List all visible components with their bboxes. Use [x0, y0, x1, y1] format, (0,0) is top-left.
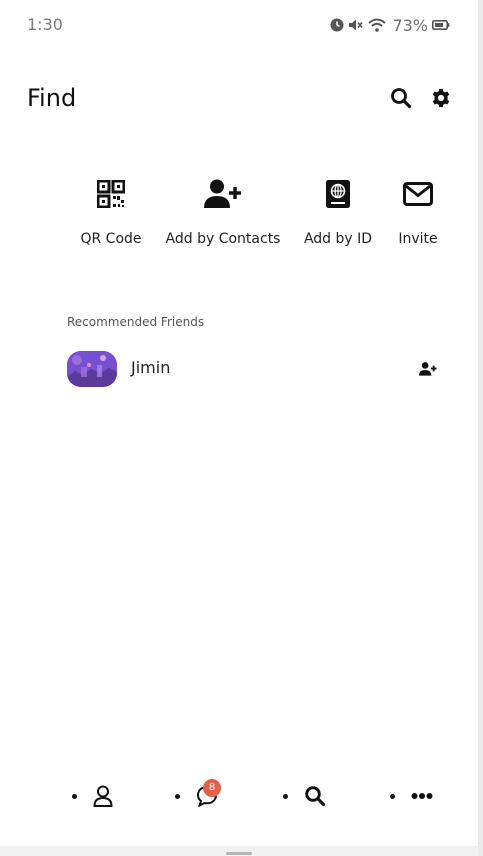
- invite-button[interactable]: Invite: [397, 178, 439, 247]
- battery-icon: [432, 19, 450, 31]
- add-by-id-label: Add by ID: [303, 231, 373, 247]
- search-icon: [305, 786, 326, 807]
- wifi-icon: [368, 18, 387, 32]
- qr-code-button[interactable]: QR Code: [80, 178, 142, 247]
- nav-find-tab[interactable]: [283, 784, 326, 808]
- status-icons: 73%: [330, 15, 450, 35]
- add-contact-icon: [204, 178, 242, 210]
- page-title: Find: [27, 84, 77, 112]
- qr-code-label: QR Code: [80, 231, 142, 247]
- invite-label: Invite: [398, 231, 438, 247]
- app-screen: 1:30 73% Find QR Code Add by Contacts Ad…: [0, 0, 478, 846]
- status-bar: 1:30 73%: [0, 0, 478, 50]
- recommended-friends-heading: Recommended Friends: [67, 315, 205, 329]
- status-time: 1:30: [27, 15, 63, 34]
- add-contact-icon: [419, 362, 437, 376]
- gear-icon: [432, 88, 450, 108]
- friend-name: Jimin: [131, 358, 171, 377]
- friend-row[interactable]: Jimin: [67, 349, 439, 389]
- add-friend-button[interactable]: [419, 361, 437, 377]
- person-icon: [93, 785, 113, 807]
- more-icon: [411, 793, 433, 799]
- nav-dot: [283, 793, 288, 799]
- nav-dot: [390, 793, 395, 799]
- nav-dot: [175, 793, 180, 799]
- settings-button[interactable]: [430, 87, 452, 109]
- qr-code-icon: [97, 178, 125, 210]
- nav-chats-tab[interactable]: 8: [175, 779, 221, 808]
- nav-more-tab[interactable]: [390, 784, 433, 808]
- bottom-nav: 8: [0, 776, 478, 816]
- home-indicator[interactable]: [226, 852, 252, 855]
- envelope-icon: [403, 178, 433, 210]
- unread-badge: 8: [203, 779, 221, 797]
- battery-percent: 73%: [392, 15, 428, 35]
- add-by-id-button[interactable]: Add by ID: [303, 178, 373, 247]
- avatar: [67, 351, 117, 387]
- add-by-contacts-label: Add by Contacts: [165, 231, 281, 247]
- id-book-icon: [325, 178, 351, 210]
- search-button[interactable]: [390, 87, 412, 109]
- mute-icon: [348, 18, 364, 32]
- window-edge: [478, 0, 483, 856]
- nav-friends-tab[interactable]: [72, 784, 113, 808]
- nav-dot: [72, 793, 77, 799]
- add-by-contacts-button[interactable]: Add by Contacts: [165, 178, 281, 247]
- alarm-icon: [330, 18, 344, 32]
- search-icon: [391, 88, 412, 109]
